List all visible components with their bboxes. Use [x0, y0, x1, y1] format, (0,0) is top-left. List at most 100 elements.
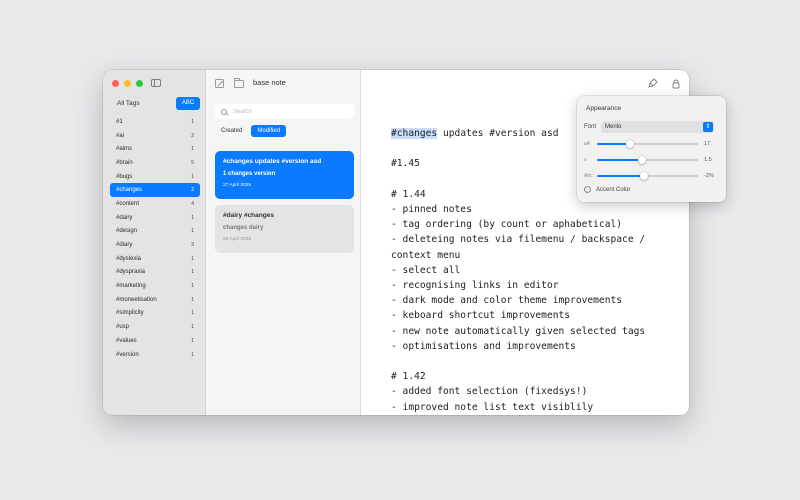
tag-name: #simplicity: [116, 310, 144, 317]
tag-item[interactable]: #marketing 1: [110, 279, 200, 293]
tag-count: 1: [191, 214, 194, 221]
close-button[interactable]: [112, 80, 119, 87]
tag-count: 2: [191, 132, 194, 139]
note-preview: changes dairy: [223, 225, 264, 231]
tag-name: #ai: [116, 132, 125, 139]
tag-count: 1: [191, 324, 194, 331]
note-title: #changes updates #version asd: [223, 158, 322, 165]
popover-title: Appearance: [586, 105, 622, 112]
font-row: Font Menlo ⇕: [584, 120, 720, 133]
document-title: base note: [253, 78, 286, 87]
line-height-value: 1.5: [704, 157, 712, 163]
slider-knob[interactable]: [638, 156, 647, 164]
chevron-updown-icon: ⇕: [703, 121, 713, 132]
note-date: 26 April 2025: [223, 237, 252, 242]
selected-text: #changes: [391, 128, 438, 139]
window-controls: [112, 80, 143, 87]
tag-count: 1: [191, 296, 194, 303]
tag-item[interactable]: #1 1: [110, 115, 200, 129]
all-tags-label[interactable]: All Tags: [110, 100, 140, 107]
font-value: Menlo: [605, 123, 622, 130]
tag-count: 1: [191, 310, 194, 317]
zoom-button[interactable]: [136, 80, 143, 87]
tag-name: #bugs: [116, 173, 133, 180]
letter-spacing-slider[interactable]: [597, 172, 698, 180]
font-size-slider[interactable]: [597, 140, 698, 148]
tag-name: #brain: [116, 159, 133, 166]
search-field[interactable]: [215, 104, 354, 119]
tag-count: 1: [191, 337, 194, 344]
font-size-slider-row: aA 17: [584, 139, 720, 149]
tag-item[interactable]: #changes 2: [110, 183, 200, 198]
note-list-pane: Created Modified #changes updates #versi…: [206, 70, 361, 415]
search-input[interactable]: [233, 108, 343, 115]
slider-knob[interactable]: [626, 140, 635, 148]
tag-item[interactable]: #version 1: [110, 348, 200, 362]
sort-modified-tab[interactable]: Modified: [251, 125, 287, 137]
tag-item[interactable]: #diary 3: [110, 238, 200, 252]
tag-name: #diary: [116, 242, 133, 249]
palette-icon: [584, 186, 591, 193]
tag-count: 1: [191, 118, 194, 125]
tag-item[interactable]: #content 4: [110, 197, 200, 211]
tag-count: 3: [191, 242, 194, 249]
font-select[interactable]: Menlo ⇕: [601, 120, 714, 133]
search-icon: [221, 108, 227, 115]
tag-item[interactable]: #values 1: [110, 334, 200, 348]
tag-name: #values: [116, 337, 137, 344]
tag-item[interactable]: #dyspraxia 1: [110, 266, 200, 280]
tag-count: 1: [191, 173, 194, 180]
note-date: 27 April 2025: [223, 183, 252, 188]
tag-header: All Tags ABC: [110, 96, 200, 110]
font-size-value: 17: [704, 141, 711, 147]
tag-item[interactable]: #dyslexia 1: [110, 252, 200, 266]
note-title: #dairy #changes: [223, 212, 274, 219]
tag-item[interactable]: #brain 5: [110, 156, 200, 170]
accent-color-label: Accent Color: [596, 186, 631, 193]
letter-spacing-value: -2%: [704, 173, 714, 179]
sort-tabs: Created Modified: [215, 125, 287, 137]
tag-item[interactable]: #simplicity 1: [110, 307, 200, 321]
tag-item[interactable]: #design 1: [110, 225, 200, 239]
tag-name: #changes: [116, 187, 143, 194]
sort-abc-button[interactable]: ABC: [176, 96, 200, 110]
tag-item[interactable]: #usp 1: [110, 320, 200, 334]
folder-icon[interactable]: [234, 77, 244, 88]
tag-name: #design: [116, 228, 138, 235]
sort-created-tab[interactable]: Created: [215, 125, 248, 137]
tag-item[interactable]: #aims 1: [110, 142, 200, 156]
tag-sidebar: All Tags ABC #1 1 #ai 2 #aims 1 #brain 5 #bugs 1 #…: [103, 70, 206, 415]
tag-name: #1: [116, 118, 123, 125]
tag-name: #dyspraxia: [116, 269, 146, 276]
tag-name: #aims: [116, 146, 133, 153]
tag-item[interactable]: #moneetisation 1: [110, 293, 200, 307]
tag-name: #moneetisation: [116, 296, 157, 303]
tag-name: #version: [116, 351, 139, 358]
letter-spacing-slider-row: Abc -2%: [584, 171, 720, 181]
note-card[interactable]: #dairy #changes changes dairy 26 April 2…: [215, 205, 354, 253]
sidebar-toggle-icon[interactable]: [151, 79, 161, 87]
new-note-icon[interactable]: [215, 79, 224, 88]
notelist-toolbar: [215, 77, 244, 88]
tag-name: #marketing: [116, 283, 146, 290]
line-height-icon: ≡: [584, 157, 587, 163]
accent-color-row[interactable]: Accent Color: [584, 186, 630, 193]
lock-icon[interactable]: [672, 79, 680, 89]
font-label: Font: [584, 123, 597, 130]
tag-name: #content: [116, 200, 140, 207]
letter-spacing-icon: Abc: [584, 173, 593, 179]
paintbrush-icon[interactable]: [648, 78, 658, 88]
tag-count: 1: [191, 255, 194, 262]
tag-name: #dyslexia: [116, 255, 142, 262]
tag-count: 4: [191, 200, 194, 207]
tag-list: #1 1 #ai 2 #aims 1 #brain 5 #bugs 1 #changes 2 #cont…: [110, 115, 200, 361]
tag-item[interactable]: #ai 2: [110, 129, 200, 143]
slider-knob[interactable]: [640, 172, 649, 180]
note-card[interactable]: #changes updates #version asd 1 changes …: [215, 151, 354, 199]
minimize-button[interactable]: [124, 80, 131, 87]
tag-count: 1: [191, 269, 194, 276]
tag-count: 1: [191, 351, 194, 358]
tag-item[interactable]: #dairy 1: [110, 211, 200, 225]
line-height-slider[interactable]: [597, 156, 698, 164]
tag-item[interactable]: #bugs 1: [110, 170, 200, 184]
